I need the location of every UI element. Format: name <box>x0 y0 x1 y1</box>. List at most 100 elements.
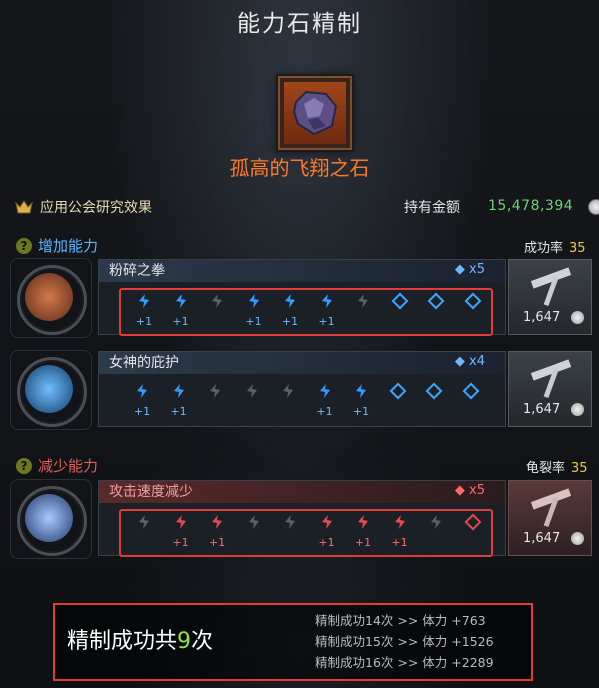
ability-orb-2 <box>10 350 92 430</box>
gold-value: 15,478,394 <box>488 198 574 214</box>
failed-gem-icon <box>283 384 293 398</box>
summary-count: 9 <box>177 629 192 654</box>
empty-slot-icon <box>425 382 443 400</box>
bonus-line: 精制成功16次 >> 体力 +2289 <box>315 655 494 670</box>
gold-label: 持有金额 <box>404 200 460 216</box>
summary-prefix: 精制成功共 <box>67 629 178 654</box>
ability-count-value: x5 <box>469 483 485 498</box>
refine-button-3[interactable]: 1,647 <box>508 480 592 556</box>
refine-slot: +1 <box>344 380 378 420</box>
empty-slot-icon <box>389 382 406 400</box>
success-gem-icon <box>173 384 184 398</box>
success-gem-icon <box>212 515 222 529</box>
refine-slot <box>127 511 161 551</box>
refine-slot <box>456 290 490 330</box>
failed-gem-icon <box>358 294 368 308</box>
empty-slot-icon <box>391 292 408 310</box>
empty-slot-icon <box>464 513 481 531</box>
red-gem-icon: ◆ <box>454 483 465 498</box>
crack-rate-label: 龟裂率 <box>526 461 566 476</box>
failed-gem-icon <box>246 384 257 398</box>
guild-research-toggle[interactable]: 应用公会研究效果 <box>14 197 152 217</box>
refine-slot: +1 <box>125 380 159 420</box>
success-rate-label: 成功率 <box>524 241 564 256</box>
refine-slot: +1 <box>383 511 417 551</box>
slot-bonus: +1 <box>316 405 333 418</box>
summary-suffix: 次 <box>191 629 214 654</box>
failed-gem-icon <box>431 515 441 529</box>
refine-cost: 1,647 <box>523 310 561 325</box>
refine-slot <box>454 380 488 420</box>
guild-emblem-icon <box>15 200 33 214</box>
hammer-icon <box>530 488 572 528</box>
failed-gem-icon <box>212 294 222 308</box>
refine-slot <box>419 290 453 330</box>
refine-slot <box>346 290 380 330</box>
refine-cost: 1,647 <box>523 531 561 546</box>
bonus-list: 精制成功14次 >> 体力 +763 精制成功15次 >> 体力 +1526 精… <box>315 610 494 673</box>
slot-bonus: +1 <box>170 405 187 418</box>
success-rate-value: 35 <box>569 241 586 256</box>
failed-gem-icon <box>139 515 149 529</box>
silver-coin-icon <box>571 532 584 545</box>
refine-summary: 精制成功共9次 精制成功14次 >> 体力 +763 精制成功15次 >> 体力… <box>53 603 533 681</box>
slot-bonus: +1 <box>352 405 370 418</box>
success-gem-icon <box>139 294 149 308</box>
success-gem-icon <box>285 294 295 308</box>
hammer-icon <box>530 267 572 307</box>
slot-bonus: +1 <box>172 536 189 549</box>
refine-slot <box>198 380 232 420</box>
silver-coin-icon <box>571 403 584 416</box>
ability-orb-3 <box>10 479 92 559</box>
success-gem-icon <box>319 384 330 398</box>
slot-bonus: +1 <box>391 536 408 549</box>
ability-panel-3: 攻击速度减少 ◆ x5 +1 +1 +1 +1 +1 <box>98 480 506 557</box>
decrease-section-title: ? 减少能力 <box>16 455 98 476</box>
refine-slot: +1 <box>310 511 344 551</box>
hammer-icon <box>530 359 572 399</box>
success-gem-icon <box>394 515 405 529</box>
refine-button-2[interactable]: 1,647 <box>508 351 592 427</box>
blue-gem-icon: ◆ <box>454 354 465 369</box>
guild-research-label: 应用公会研究效果 <box>40 200 152 216</box>
blue-gem-icon: ◆ <box>454 262 465 277</box>
slot-bonus: +1 <box>133 405 151 418</box>
ability-name: 女神的庇护 <box>99 352 505 374</box>
slot-bonus: +1 <box>208 536 226 549</box>
failed-gem-icon <box>210 384 220 398</box>
success-gem-icon <box>321 515 332 529</box>
bonus-line: 精制成功15次 >> 体力 +1526 <box>315 634 494 649</box>
refine-slot <box>381 380 415 420</box>
ability-row-3: 攻击速度减少 ◆ x5 +1 +1 +1 +1 +1 1,647 <box>8 477 599 559</box>
ability-count: ◆ x5 <box>455 483 485 498</box>
help-icon[interactable]: ? <box>16 237 32 254</box>
page-title: 能力石精制 <box>237 11 362 37</box>
refine-slot <box>419 511 453 551</box>
success-gem-icon <box>175 515 186 529</box>
increase-title-label: 增加能力 <box>38 237 99 255</box>
refine-cost: 1,647 <box>523 402 561 417</box>
ability-name: 攻击速度减少 <box>99 481 505 503</box>
slot-bonus: +1 <box>281 315 299 328</box>
stone-name: 孤高的飞翔之石 <box>229 156 370 180</box>
slot-track: +1 +1 +1 +1 +1 <box>119 288 493 336</box>
success-gem-icon <box>358 515 368 529</box>
crack-rate: 龟裂率 35 <box>526 457 588 476</box>
refine-slot: +1 <box>308 380 342 420</box>
refine-slot: +1 <box>164 511 198 551</box>
refine-slot: +1 <box>310 290 344 330</box>
stone-item-slot[interactable] <box>278 76 352 150</box>
ability-count: ◆ x4 <box>455 354 485 369</box>
silver-coin-icon <box>571 311 584 324</box>
ability-orb-1 <box>10 258 92 338</box>
refine-button-1[interactable]: 1,647 <box>508 259 592 335</box>
slot-bonus: +1 <box>318 315 335 328</box>
refine-slot <box>383 290 417 330</box>
refine-slot <box>456 511 490 551</box>
chain-icon <box>25 494 73 542</box>
refine-slot <box>200 290 234 330</box>
ability-panel-1: 粉碎之拳 ◆ x5 +1 +1 +1 +1 +1 <box>98 259 506 336</box>
help-icon[interactable]: ? <box>16 457 32 474</box>
decrease-title-label: 减少能力 <box>38 457 99 475</box>
ability-stone-icon <box>292 90 338 136</box>
